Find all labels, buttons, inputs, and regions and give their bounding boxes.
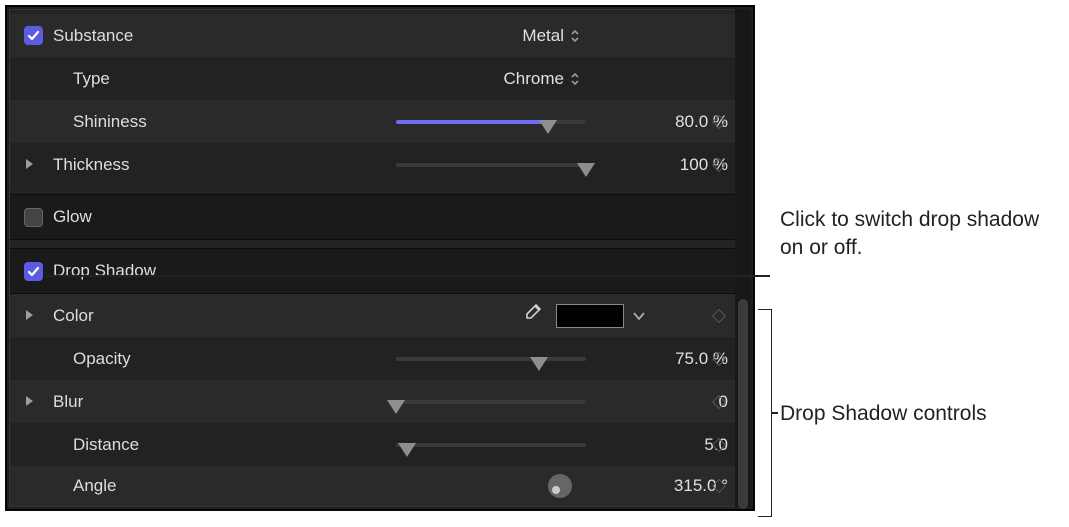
opacity-slider[interactable] <box>396 349 586 369</box>
distance-slider[interactable] <box>396 435 586 455</box>
row-color: Color <box>10 294 750 337</box>
angle-dial[interactable] <box>548 474 572 498</box>
inspector-panel: Substance Metal Type Chrome <box>6 6 754 510</box>
distance-label: Distance <box>73 435 203 455</box>
row-thickness: Thickness 100 % <box>10 143 750 186</box>
type-label: Type <box>73 69 203 89</box>
callout-controls: Drop Shadow controls <box>780 400 987 428</box>
drop-shadow-checkbox[interactable] <box>24 262 43 281</box>
type-popup-value: Chrome <box>504 69 564 89</box>
keyframe-button[interactable] <box>712 115 726 129</box>
shininess-slider[interactable] <box>396 112 586 132</box>
row-opacity: Opacity 75.0 % <box>10 337 750 380</box>
glow-label: Glow <box>53 207 183 227</box>
drop-shadow-label: Drop Shadow <box>53 261 183 281</box>
disclosure-triangle-icon[interactable] <box>24 395 36 409</box>
disclosure-triangle-icon[interactable] <box>24 309 36 323</box>
chevron-down-icon[interactable] <box>632 306 646 326</box>
color-swatch[interactable] <box>556 304 624 328</box>
substance-label: Substance <box>53 26 183 46</box>
thickness-slider[interactable] <box>396 155 586 175</box>
callout-line <box>46 275 770 277</box>
color-label: Color <box>53 306 183 326</box>
scrollbar[interactable] <box>735 9 751 507</box>
keyframe-button[interactable] <box>712 352 726 366</box>
row-shininess: Shininess 80.0 % <box>10 100 750 143</box>
opacity-label: Opacity <box>73 349 203 369</box>
shininess-label: Shininess <box>73 112 203 132</box>
section-drop-shadow: Drop Shadow <box>10 248 750 294</box>
inspector-panel-inner: Substance Metal Type Chrome <box>9 9 751 507</box>
callout-switch: Click to switch drop shadow on or off. <box>780 206 1040 263</box>
scrollbar-thumb[interactable] <box>738 299 748 509</box>
keyframe-button[interactable] <box>712 438 726 452</box>
popup-arrows-icon <box>570 28 580 44</box>
blur-label: Blur <box>53 392 183 412</box>
callout-bracket <box>758 309 772 517</box>
row-blur: Blur 0 <box>10 380 750 423</box>
blur-slider[interactable] <box>396 392 586 412</box>
angle-label: Angle <box>73 476 203 496</box>
eyedropper-icon[interactable] <box>522 303 542 328</box>
row-substance: Substance Metal <box>10 14 750 57</box>
callout-line <box>772 412 778 414</box>
keyframe-button[interactable] <box>712 395 726 409</box>
substance-popup[interactable]: Metal <box>522 26 580 46</box>
keyframe-button[interactable] <box>712 309 726 323</box>
substance-popup-value: Metal <box>522 26 564 46</box>
row-angle: Angle 315.0 ° <box>10 466 750 506</box>
thickness-label: Thickness <box>53 155 183 175</box>
keyframe-button[interactable] <box>712 479 726 493</box>
type-popup[interactable]: Chrome <box>504 69 580 89</box>
row-type: Type Chrome <box>10 57 750 100</box>
glow-checkbox[interactable] <box>24 208 43 227</box>
disclosure-triangle-icon[interactable] <box>24 158 36 172</box>
popup-arrows-icon <box>570 71 580 87</box>
substance-checkbox[interactable] <box>24 26 43 45</box>
section-glow: Glow <box>10 194 750 240</box>
keyframe-button[interactable] <box>712 158 726 172</box>
row-distance: Distance 5.0 <box>10 423 750 466</box>
